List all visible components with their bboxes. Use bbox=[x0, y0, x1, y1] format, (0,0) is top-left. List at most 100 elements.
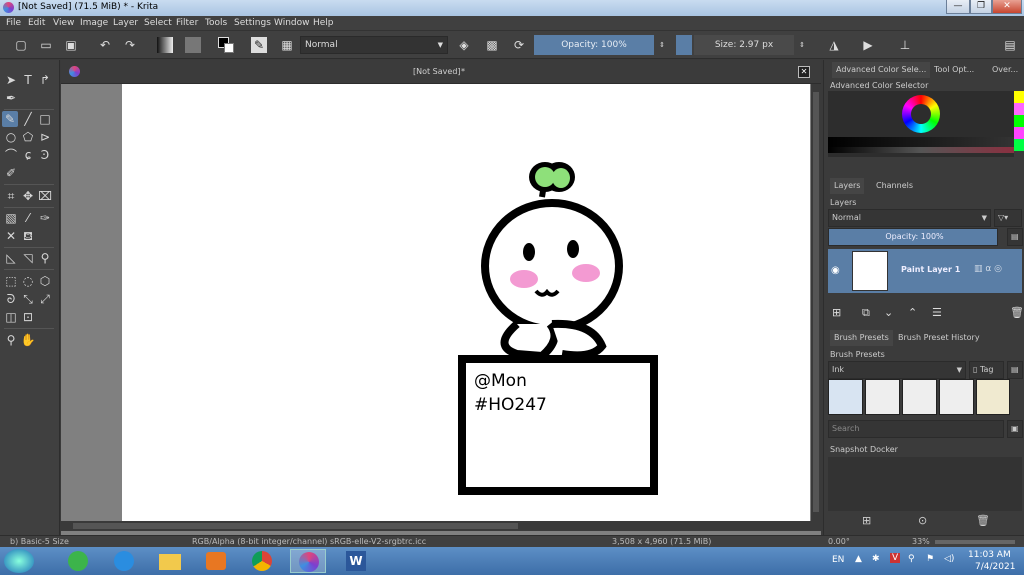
menu-tools[interactable]: Tools bbox=[205, 18, 227, 28]
transform-tool-icon[interactable]: ⌧ bbox=[37, 188, 53, 204]
snapshot-list[interactable] bbox=[828, 457, 1022, 511]
file-explorer-icon[interactable] bbox=[152, 549, 188, 573]
minimize-button[interactable]: — bbox=[946, 0, 970, 14]
gradient-picker-icon[interactable] bbox=[157, 37, 173, 53]
dynamic-brush-icon[interactable]: Ͽ bbox=[37, 147, 53, 163]
contiguous-select-icon[interactable]: ⤡ bbox=[20, 291, 36, 307]
polyline-tool-icon[interactable]: ⊳ bbox=[37, 129, 53, 145]
menu-window[interactable]: Window bbox=[274, 18, 310, 28]
status-rotation[interactable]: 0.00° bbox=[828, 537, 850, 546]
shade-strip[interactable] bbox=[828, 137, 1014, 147]
brush-settings-icon[interactable]: ▦ bbox=[279, 37, 295, 53]
layer-filter-button[interactable]: ▽▾ bbox=[994, 209, 1022, 227]
network-icon[interactable]: ⚲ bbox=[908, 554, 915, 564]
vertical-scrollbar[interactable] bbox=[811, 84, 821, 521]
layer-properties-icon[interactable]: ☰ bbox=[932, 306, 942, 319]
mirror-vertical-icon[interactable]: ▶ bbox=[860, 37, 876, 53]
assistant-tool-icon[interactable]: ✕ bbox=[3, 228, 19, 244]
layer-name[interactable]: Paint Layer 1 bbox=[901, 265, 960, 274]
tab-tool-options[interactable]: Tool Opt... bbox=[930, 62, 978, 78]
tab-channels[interactable]: Channels bbox=[872, 178, 917, 194]
tab-brush-presets[interactable]: Brush Presets bbox=[830, 330, 893, 346]
calligraphy-icon[interactable]: ✒ bbox=[3, 90, 19, 106]
smart-patch-icon[interactable]: ✑ bbox=[37, 210, 53, 226]
action-center-icon[interactable]: ⚑ bbox=[926, 554, 934, 564]
menu-view[interactable]: View bbox=[53, 18, 74, 28]
bezier-select-icon[interactable]: ◫ bbox=[3, 309, 19, 325]
brush-preset-3[interactable] bbox=[902, 379, 937, 415]
flow-slider[interactable] bbox=[676, 35, 692, 55]
reload-preset-icon[interactable]: ⟳ bbox=[511, 37, 527, 53]
delete-layer-icon[interactable]: 🗑 bbox=[1010, 306, 1024, 319]
shade-strip-2[interactable] bbox=[828, 147, 1014, 153]
clock-time[interactable]: 11:03 AM bbox=[968, 550, 1011, 560]
crop-tool-icon[interactable]: ⌗ bbox=[3, 188, 19, 204]
multibrush-icon[interactable]: ✐ bbox=[3, 165, 19, 181]
menu-image[interactable]: Image bbox=[80, 18, 108, 28]
brush-filter-select[interactable]: Ink ▼ bbox=[828, 361, 966, 379]
blend-mode-select[interactable]: Normal ▼ bbox=[300, 36, 448, 54]
ellipse-tool-icon[interactable]: ○ bbox=[3, 129, 19, 145]
tag-button[interactable]: ▯ Tag bbox=[969, 361, 1004, 379]
move-tool-icon[interactable]: ✥ bbox=[20, 188, 36, 204]
ellipse-select-icon[interactable]: ◌ bbox=[20, 273, 36, 289]
menu-file[interactable]: File bbox=[6, 18, 21, 28]
pin-tool-icon[interactable]: ⚲ bbox=[37, 250, 53, 266]
brush-preset-4[interactable] bbox=[939, 379, 974, 415]
vertical-scroll-thumb[interactable] bbox=[813, 92, 819, 512]
zoom-tool-icon[interactable]: ⚲ bbox=[3, 332, 19, 348]
preserve-alpha-icon[interactable]: ▩ bbox=[484, 37, 500, 53]
freehand-select-icon[interactable]: ᘐ bbox=[3, 291, 19, 307]
opacity-slider[interactable]: Opacity: 100% bbox=[534, 35, 654, 55]
hue-ring[interactable] bbox=[902, 95, 940, 133]
tab-layers[interactable]: Layers bbox=[830, 178, 865, 194]
eye-icon[interactable]: ◉ bbox=[831, 265, 840, 276]
polygon-select-icon[interactable]: ⬡ bbox=[37, 273, 53, 289]
layer-blend-select[interactable]: Normal ▼ bbox=[828, 209, 991, 227]
alpha-lock-icon[interactable]: ▥ ⍺ ◎ bbox=[974, 264, 1002, 274]
volume-icon[interactable]: ◁) bbox=[944, 554, 954, 564]
workspace-icon[interactable]: ▤ bbox=[1002, 37, 1018, 53]
wrap-around-icon[interactable]: ⊥ bbox=[897, 37, 913, 53]
bezier-tool-icon[interactable]: ⌒ bbox=[3, 147, 19, 163]
language-indicator[interactable]: EN bbox=[832, 555, 844, 565]
camera-icon[interactable]: ⊙ bbox=[918, 514, 927, 527]
menu-select[interactable]: Select bbox=[144, 18, 172, 28]
save-icon[interactable]: ▣ bbox=[63, 37, 79, 53]
menu-edit[interactable]: Edit bbox=[28, 18, 45, 28]
eraser-icon[interactable]: ◈ bbox=[456, 37, 472, 53]
layer-opacity-slider[interactable]: Opacity: 100% bbox=[828, 228, 998, 246]
status-zoom[interactable]: 33% bbox=[912, 537, 930, 546]
size-slider[interactable]: Size: 2.97 px bbox=[694, 35, 794, 55]
gradient-tool-icon[interactable]: ▧ bbox=[3, 210, 19, 226]
krita-taskbar-icon[interactable] bbox=[290, 549, 326, 573]
horizontal-scroll-thumb[interactable] bbox=[73, 523, 518, 529]
size-spin-icon[interactable]: ⇕ bbox=[794, 37, 810, 53]
color-selector-area[interactable] bbox=[828, 91, 1014, 157]
text-tool-icon[interactable]: T bbox=[20, 72, 36, 88]
layer-row[interactable]: ◉ Paint Layer 1 ▥ ⍺ ◎ bbox=[828, 249, 1022, 293]
restore-button[interactable]: ❐ bbox=[970, 0, 992, 14]
select-shapes-icon[interactable]: ➤ bbox=[3, 72, 19, 88]
reference-tool-icon[interactable]: ◹ bbox=[20, 250, 36, 266]
brush-preset-5[interactable] bbox=[976, 379, 1010, 415]
tab-brush-preset-history[interactable]: Brush Preset History bbox=[894, 330, 984, 346]
pattern-picker-icon[interactable] bbox=[185, 37, 201, 53]
start-button[interactable] bbox=[4, 549, 34, 573]
close-button[interactable]: ✕ bbox=[992, 0, 1022, 14]
canvas-page[interactable]: @Mon #HO247 bbox=[122, 84, 810, 521]
delete-snapshot-icon[interactable]: 🗑 bbox=[976, 514, 990, 527]
color-picker-icon[interactable]: ⁄ bbox=[20, 210, 36, 226]
zoom-slider[interactable] bbox=[935, 540, 1015, 544]
tab-advanced-color[interactable]: Advanced Color Sele... bbox=[832, 62, 931, 78]
fg-bg-color-icon[interactable] bbox=[218, 37, 234, 53]
bluetooth-icon[interactable]: ✱ bbox=[872, 554, 880, 564]
rect-select-icon[interactable]: ⬚ bbox=[3, 273, 19, 289]
mirror-horizontal-icon[interactable]: ◮ bbox=[826, 37, 842, 53]
line-tool-icon[interactable]: ╱ bbox=[20, 111, 36, 127]
show-hidden-icons-icon[interactable]: ▲ bbox=[855, 554, 862, 564]
chrome-icon[interactable] bbox=[244, 549, 280, 573]
menu-help[interactable]: Help bbox=[313, 18, 334, 28]
brush-search-input[interactable]: Search bbox=[828, 420, 1004, 438]
brush-preset-icon[interactable]: ✎ bbox=[251, 37, 267, 53]
